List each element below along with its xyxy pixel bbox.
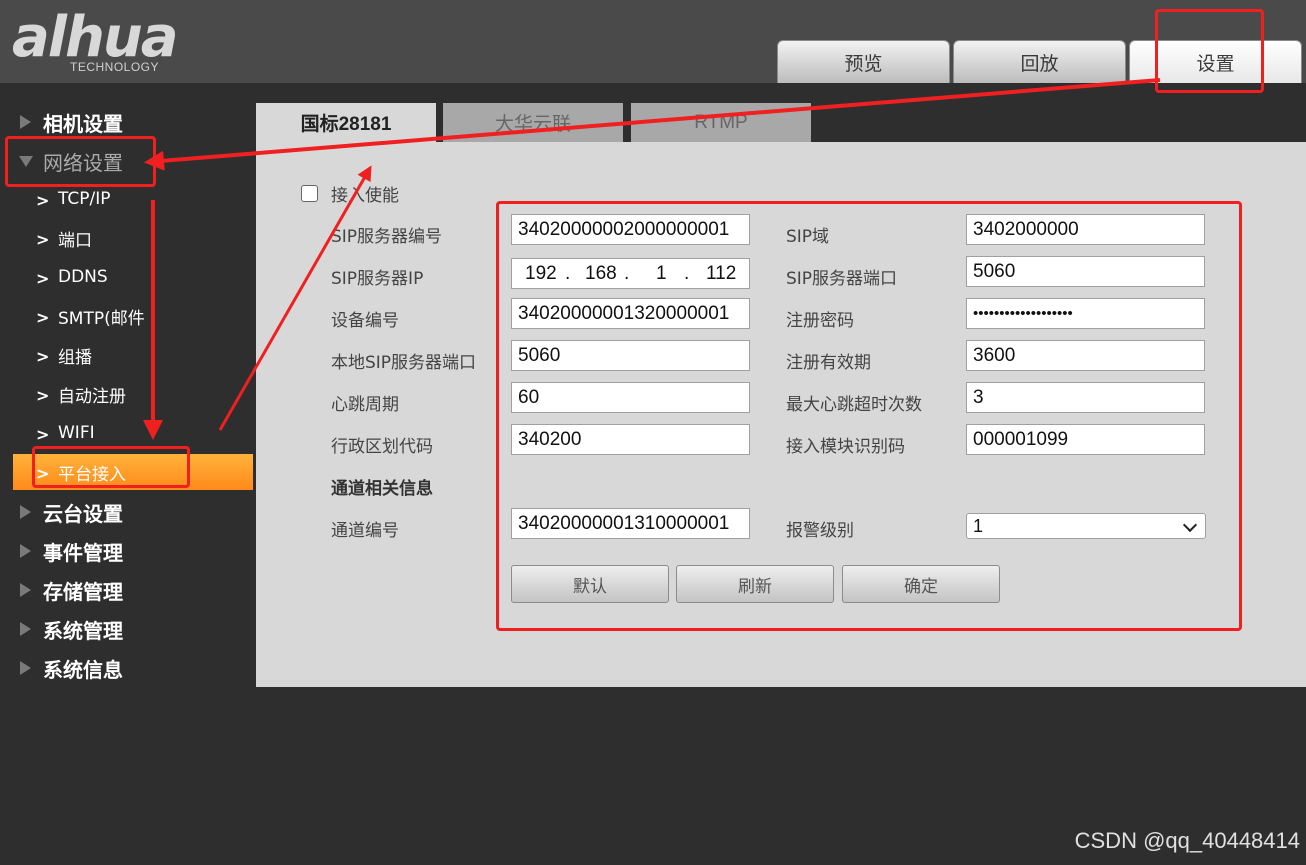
- logo-subtitle: TECHNOLOGY: [70, 60, 160, 74]
- chevron-right-icon: >: [36, 191, 50, 210]
- annotation-box-platform-access: [32, 446, 190, 488]
- annotation-box-network-settings: [5, 136, 156, 187]
- sidebar-item-system-management[interactable]: 系统管理: [0, 611, 256, 647]
- triangle-right-icon: [20, 622, 31, 636]
- sidebar-item-label: 系统管理: [43, 618, 123, 643]
- sidebar-item-label: 自动注册: [58, 386, 126, 407]
- tab-playback[interactable]: 回放: [953, 40, 1126, 83]
- sip-server-id-label: SIP服务器编号: [331, 227, 443, 247]
- tab-rtmp[interactable]: RTMP: [631, 103, 811, 142]
- annotation-box-form-area: [496, 201, 1242, 631]
- sidebar-item-smtp[interactable]: > SMTP(邮件: [0, 298, 256, 334]
- sidebar-item-label: 组播: [58, 347, 92, 368]
- sip-server-ip-label: SIP服务器IP: [331, 269, 424, 289]
- sidebar-item-multicast[interactable]: > 组播: [0, 337, 256, 373]
- tab-preview[interactable]: 预览: [777, 40, 950, 83]
- enable-checkbox[interactable]: [301, 185, 318, 202]
- sidebar-item-ddns[interactable]: > DDNS: [0, 259, 256, 295]
- channel-id-label: 通道编号: [331, 521, 399, 541]
- chevron-right-icon: >: [36, 269, 50, 288]
- triangle-right-icon: [20, 661, 31, 675]
- triangle-right-icon: [20, 505, 31, 519]
- header-bar: alhua TECHNOLOGY 预览 回放 设置: [0, 0, 1306, 83]
- sidebar-item-label: 云台设置: [43, 501, 123, 526]
- sidebar-item-label: SMTP(邮件: [58, 308, 145, 329]
- sidebar-item-storage-management[interactable]: 存储管理: [0, 572, 256, 608]
- chevron-right-icon: >: [36, 230, 50, 249]
- channel-section-title: 通道相关信息: [331, 479, 433, 499]
- sidebar-item-label: TCP/IP: [58, 189, 111, 209]
- enable-row: 接入使能: [301, 181, 399, 206]
- heartbeat-period-label: 心跳周期: [331, 395, 399, 415]
- triangle-right-icon: [20, 544, 31, 558]
- sidebar-item-label: 端口: [58, 230, 92, 251]
- sidebar-item-label: 系统信息: [43, 657, 123, 682]
- chevron-right-icon: >: [36, 347, 50, 366]
- tab-gb28181[interactable]: 国标28181: [256, 103, 436, 142]
- sidebar-item-system-info[interactable]: 系统信息: [0, 650, 256, 686]
- chevron-right-icon: >: [36, 425, 50, 444]
- chevron-right-icon: >: [36, 308, 50, 327]
- watermark: CSDN @qq_40448414: [1074, 828, 1300, 853]
- sidebar-item-label: DDNS: [58, 267, 108, 287]
- device-id-label: 设备编号: [331, 311, 399, 331]
- sidebar-item-port[interactable]: > 端口: [0, 220, 256, 256]
- sidebar-item-label: WIFI: [58, 423, 95, 443]
- tab-dahua-cloud[interactable]: 大华云联: [443, 103, 623, 142]
- local-sip-port-label: 本地SIP服务器端口: [331, 353, 477, 373]
- triangle-right-icon: [20, 583, 31, 597]
- enable-label: 接入使能: [331, 186, 399, 206]
- annotation-box-settings-tab: [1155, 9, 1264, 93]
- sidebar-item-label: 相机设置: [43, 111, 123, 136]
- sidebar-item-ptz-settings[interactable]: 云台设置: [0, 494, 256, 530]
- dahua-logo: alhua TECHNOLOGY: [12, 6, 232, 78]
- triangle-right-icon: [20, 115, 31, 129]
- sidebar-item-label: 事件管理: [43, 540, 123, 565]
- sidebar-item-auto-register[interactable]: > 自动注册: [0, 376, 256, 412]
- sidebar-item-label: 存储管理: [43, 579, 123, 604]
- sidebar-item-event-management[interactable]: 事件管理: [0, 533, 256, 569]
- region-code-label: 行政区划代码: [331, 437, 433, 457]
- chevron-right-icon: >: [36, 386, 50, 405]
- sidebar-item-camera-settings[interactable]: 相机设置: [0, 104, 256, 140]
